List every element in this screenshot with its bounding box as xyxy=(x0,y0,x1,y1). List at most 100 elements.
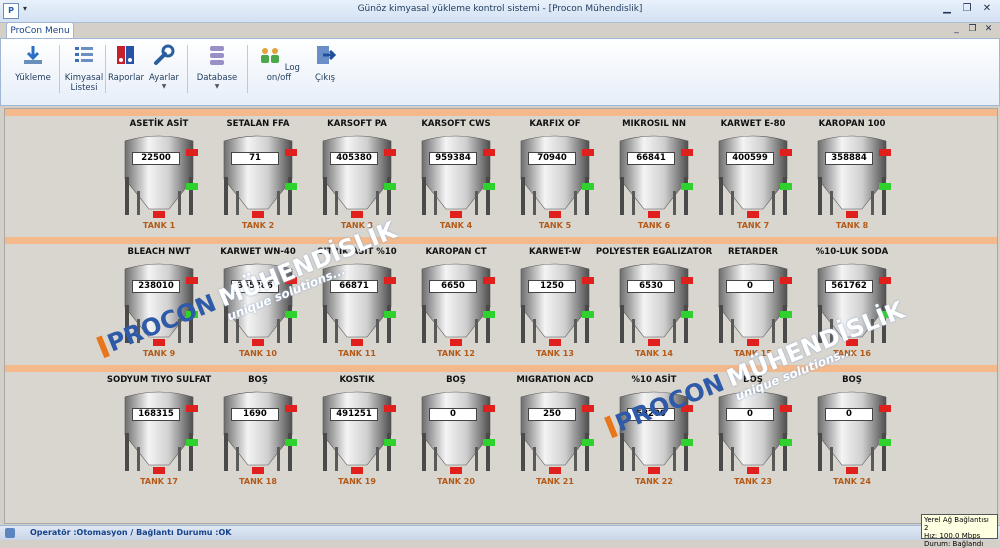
tank-5[interactable]: KARFIX OF 70940 TANK 5 xyxy=(515,119,595,231)
tank-7[interactable]: KARWET E-80 400599 TANK 7 xyxy=(713,119,793,231)
outlet-valve-indicator xyxy=(351,211,363,218)
tank-level-value: 238010 xyxy=(132,280,180,293)
low-level-indicator xyxy=(681,183,693,190)
tank-12[interactable]: KAROPAN CT 6650 TANK 12 xyxy=(416,247,496,359)
outlet-valve-indicator xyxy=(846,211,858,218)
tank-level-value: 959384 xyxy=(429,152,477,165)
tank-label: TANK 2 xyxy=(241,221,275,230)
ribbon-tab-procon-menu[interactable]: ProCon Menu xyxy=(6,22,74,39)
low-level-indicator xyxy=(483,439,495,446)
tank-17[interactable]: SODYUM TIYO SULFAT 168315 TANK 17 xyxy=(107,375,211,487)
low-level-indicator xyxy=(384,183,396,190)
database-label: Database xyxy=(196,73,238,83)
cikis-button[interactable]: Çıkış xyxy=(309,43,341,83)
minimize-icon[interactable]: ▁ xyxy=(940,3,954,16)
high-level-indicator xyxy=(384,405,396,412)
tank-level-value: 66871 xyxy=(330,280,378,293)
outlet-valve-indicator xyxy=(747,467,759,474)
tank-label: TANK 19 xyxy=(338,477,376,486)
tank-vessel-icon xyxy=(520,263,594,346)
low-level-indicator xyxy=(879,183,891,190)
window-title: Günöz kimyasal yükleme kontrol sistemi -… xyxy=(357,4,643,14)
network-tooltip: Yerel Ağ Bağlantısı 2 Hız: 100.0 Mbps Du… xyxy=(921,514,998,548)
tank-level-value: 1690 xyxy=(231,408,279,421)
database-button[interactable]: Database ▼ xyxy=(195,43,239,90)
tank-6[interactable]: MIKROSIL NN 66841 TANK 6 xyxy=(614,119,694,231)
status-bar: Operatör :Otomasyon / Bağlantı Durumu :O… xyxy=(0,525,1000,540)
tank-label: TANK 7 xyxy=(736,221,770,230)
high-level-indicator xyxy=(483,405,495,412)
close-icon[interactable]: ✕ xyxy=(980,3,994,16)
tank-label: TANK 24 xyxy=(833,477,871,486)
outlet-valve-indicator xyxy=(252,339,264,346)
tank-level-value: 66841 xyxy=(627,152,675,165)
kimyasal-listesi-button[interactable]: Kimyasal Listesi xyxy=(63,43,105,93)
mdi-restore-icon[interactable]: ❐ xyxy=(967,24,978,34)
high-level-indicator xyxy=(186,149,198,156)
mdi-minimize-icon[interactable]: _ xyxy=(951,24,962,34)
tank-level-value: 250 xyxy=(528,408,576,421)
yukleme-button[interactable]: Yükleme xyxy=(13,43,53,83)
tank-label: TANK 23 xyxy=(734,477,772,486)
high-level-indicator xyxy=(285,405,297,412)
outlet-valve-indicator xyxy=(153,211,165,218)
outlet-valve-indicator xyxy=(648,211,660,218)
high-level-indicator xyxy=(384,277,396,284)
tank-vessel-icon xyxy=(619,263,693,346)
tank-4[interactable]: KARSOFT CWS 959384 TANK 4 xyxy=(416,119,496,231)
tank-level-value: 1250 xyxy=(528,280,576,293)
restore-icon[interactable]: ❐ xyxy=(960,3,974,16)
mdi-close-icon[interactable]: ✕ xyxy=(983,24,994,34)
ayarlar-button[interactable]: Ayarlar ▼ xyxy=(147,43,181,90)
ayarlar-label: Ayarlar xyxy=(148,73,180,83)
tank-20[interactable]: BOŞ 0 TANK 20 xyxy=(416,375,496,487)
tank-chemical-name: KAROPAN 100 xyxy=(818,119,886,129)
database-icon xyxy=(210,46,224,65)
low-level-indicator xyxy=(285,439,297,446)
tank-vessel-icon xyxy=(124,135,198,218)
tank-level-value: 405380 xyxy=(330,152,378,165)
tank-label: TANK 18 xyxy=(239,477,277,486)
tank-18[interactable]: BOŞ 1690 TANK 18 xyxy=(218,375,298,487)
tank-2[interactable]: SETALAN FFA 71 TANK 2 xyxy=(218,119,298,231)
tank-13[interactable]: KARWET-W 1250 TANK 13 xyxy=(515,247,595,359)
row-separator xyxy=(5,237,997,244)
outlet-valve-indicator xyxy=(252,211,264,218)
tank-vessel-icon xyxy=(718,135,792,218)
tank-level-value: 6650 xyxy=(429,280,477,293)
high-level-indicator xyxy=(582,277,594,284)
tank-level-value: 0 xyxy=(726,280,774,293)
high-level-indicator xyxy=(780,277,792,284)
tank-vessel-icon xyxy=(322,135,396,218)
yukleme-label: Yükleme xyxy=(15,73,51,83)
tank-vessel-icon xyxy=(223,391,297,474)
low-level-indicator xyxy=(285,183,297,190)
tank-24[interactable]: BOŞ 0 TANK 24 xyxy=(812,375,892,487)
tank-21[interactable]: MIGRATION ACD 250 TANK 21 xyxy=(515,375,595,487)
high-level-indicator xyxy=(285,149,297,156)
tank-chemical-name: %10-LUK SODA xyxy=(815,247,889,257)
tank-label: TANK 12 xyxy=(437,349,475,358)
tank-label: TANK 10 xyxy=(239,349,277,358)
high-level-indicator xyxy=(879,405,891,412)
tank-14[interactable]: POLYESTER EGALIZATOR 6530 TANK 14 xyxy=(596,247,712,359)
tank-8[interactable]: KAROPAN 100 358884 TANK 8 xyxy=(812,119,892,231)
status-icon xyxy=(5,528,15,538)
low-level-indicator xyxy=(384,311,396,318)
tank-19[interactable]: KOSTIK 491251 TANK 19 xyxy=(317,375,397,487)
tank-vessel-icon xyxy=(322,391,396,474)
high-level-indicator xyxy=(186,405,198,412)
tank-3[interactable]: KARSOFT PA 405380 TANK 3 xyxy=(317,119,397,231)
tank-vessel-icon xyxy=(223,135,297,218)
raporlar-button[interactable]: Raporlar xyxy=(107,43,145,83)
outlet-valve-indicator xyxy=(450,339,462,346)
outlet-valve-indicator xyxy=(252,467,264,474)
log-on-off-button[interactable]: Log on/off xyxy=(256,43,302,83)
low-level-indicator xyxy=(285,311,297,318)
low-level-indicator xyxy=(186,439,198,446)
tank-label: TANK 8 xyxy=(835,221,869,230)
low-level-indicator xyxy=(780,183,792,190)
tank-level-value: 561762 xyxy=(825,280,873,293)
ribbon-separator xyxy=(247,45,248,93)
tank-1[interactable]: ASETİK ASİT 22500 TANK 1 xyxy=(119,119,199,231)
